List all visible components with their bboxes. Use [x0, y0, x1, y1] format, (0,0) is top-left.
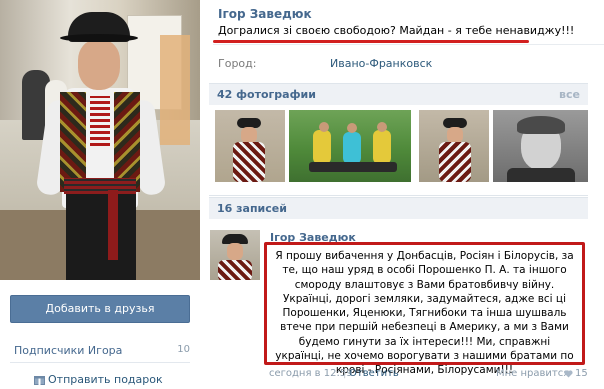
- post-body-highlight: Я прошу вибачення у Донбасців, Росіян і …: [264, 242, 585, 376]
- post-author-avatar[interactable]: [210, 230, 260, 280]
- photo-thumbnail[interactable]: [419, 110, 489, 182]
- photo-pants: [66, 194, 136, 280]
- profile-name: Ігор Заведюк: [218, 7, 312, 21]
- thumb-body: [218, 260, 252, 280]
- add-friend-button[interactable]: Добавить в друзья: [10, 295, 190, 323]
- subscribers-count: 10: [177, 344, 190, 355]
- gift-icon: [34, 376, 45, 385]
- post-date-link[interactable]: сегодня в 12:59: [269, 368, 353, 379]
- thumb-shorts: [309, 162, 397, 172]
- photo-sash: [108, 190, 118, 260]
- wall-section-header[interactable]: 16 записей: [209, 197, 588, 219]
- photo-curtain: [160, 35, 190, 145]
- photo-hat-brim: [60, 34, 138, 42]
- photos-section-header[interactable]: 42 фотографии все: [209, 83, 588, 105]
- post-footer-separator: |: [343, 368, 347, 379]
- post-like-label[interactable]: Мне нравится: [496, 368, 569, 379]
- photo-thumbnail[interactable]: [215, 110, 285, 182]
- profile-status[interactable]: Догралися зі своєю свободою? Майдан - я …: [218, 24, 574, 37]
- profile-photo[interactable]: [0, 0, 200, 280]
- photo-vest: [114, 92, 140, 192]
- photos-count-title[interactable]: 42 фотографии: [217, 88, 316, 101]
- photo-face: [78, 40, 120, 90]
- photo-vest: [60, 92, 86, 192]
- thumb-shirt: [507, 168, 575, 182]
- photo-embroidery: [90, 96, 110, 146]
- subscribers-row[interactable]: Подписчики Игора 10: [14, 344, 190, 358]
- post-text: Я прошу вибачення у Донбасців, Росіян і …: [275, 250, 574, 377]
- post-like-count: 15: [575, 368, 588, 379]
- thumb-face: [447, 127, 463, 143]
- heart-icon[interactable]: [564, 370, 573, 378]
- city-label: Город:: [218, 57, 257, 70]
- thumb-head: [319, 122, 329, 132]
- photo-thumbnail[interactable]: [289, 110, 411, 182]
- thumb-head: [347, 123, 357, 133]
- thumb-head: [377, 122, 387, 132]
- thumb-face: [241, 127, 257, 143]
- post-footer: сегодня в 12:59 | Ответить Мне нравится …: [269, 368, 588, 382]
- post-reply-link[interactable]: Ответить: [349, 368, 399, 379]
- sidebar-divider: [10, 362, 190, 363]
- thumb-person: [373, 130, 391, 164]
- photo-thumbnail[interactable]: [493, 110, 588, 182]
- thumb-body: [233, 142, 265, 182]
- status-highlight-underline: [213, 40, 529, 43]
- section-divider: [209, 195, 588, 196]
- thumb-face: [227, 243, 243, 260]
- status-divider: [213, 44, 604, 45]
- photos-all-link[interactable]: все: [559, 88, 580, 101]
- thumb-hair: [517, 116, 565, 134]
- subscribers-label[interactable]: Подписчики Игора: [14, 344, 122, 357]
- thumb-body: [439, 142, 471, 182]
- thumb-person: [313, 130, 331, 164]
- thumb-person: [343, 132, 361, 164]
- photo-belt: [64, 178, 136, 194]
- city-link[interactable]: Ивано-Франковск: [330, 57, 432, 70]
- send-gift-link[interactable]: Отправить подарок: [48, 373, 163, 387]
- wall-count-title[interactable]: 16 записей: [217, 202, 287, 215]
